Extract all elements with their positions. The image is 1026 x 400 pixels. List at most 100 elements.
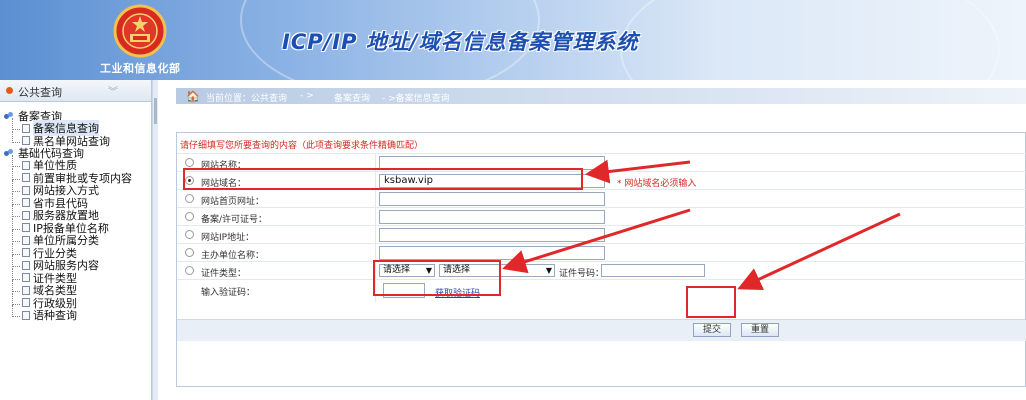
- tree-line: [12, 167, 20, 180]
- dropdown-arrow-icon: ▼: [425, 266, 432, 275]
- row-sponsor: 主办单位名称：: [177, 243, 1026, 262]
- select-value: 请选择: [383, 265, 411, 275]
- get-captcha-link[interactable]: 获取验证码: [435, 286, 480, 299]
- site-homepage-input[interactable]: [379, 192, 605, 206]
- cert-no-input[interactable]: [601, 264, 705, 277]
- tree-line: [12, 192, 20, 205]
- breadcrumb-current: 当前位置：公共查询: [206, 94, 288, 104]
- label-site-ip: 网站IP地址：: [201, 233, 255, 243]
- radio-license-no[interactable]: [185, 212, 194, 221]
- breadcrumb-separator: - >: [300, 91, 314, 101]
- label-license-no: 备案/许可证号：: [201, 215, 268, 225]
- document-icon: [22, 235, 30, 245]
- sidebar-item-language[interactable]: 语种查询: [0, 305, 151, 323]
- main-content: 🏠 当前位置：公共查询 - > 备案查询 - >备案信息查询 请仔细填写您所要查…: [158, 80, 1026, 400]
- document-icon: [22, 223, 30, 233]
- row-license-no: 备案/许可证号：: [177, 207, 1026, 226]
- tree-line: [12, 118, 20, 131]
- tree-line: [12, 205, 20, 218]
- cell-divider: [375, 190, 376, 208]
- row-site-name: 网站名称：: [177, 153, 1026, 172]
- document-icon: [22, 173, 30, 183]
- site-ip-input[interactable]: [379, 228, 605, 242]
- document-icon: [22, 136, 30, 146]
- nav-tree: 备案查询 备案信息查询 黑名单网站查询 基础代码查询 单位性质 前置审批或专项内…: [0, 102, 151, 322]
- sidebar-header[interactable]: 公共查询 ︾: [0, 80, 151, 102]
- document-icon: [22, 185, 30, 195]
- header-banner: 工业和信息化部 ICP/IP 地址/域名信息备案管理系统: [0, 0, 1026, 80]
- document-icon: [22, 260, 30, 270]
- sidebar: 公共查询 ︾ 备案查询 备案信息查询 黑名单网站查询 基础代码查询 单位性质 前…: [0, 80, 152, 400]
- document-icon: [22, 210, 30, 220]
- radio-sponsor[interactable]: [185, 248, 194, 257]
- tree-line: [12, 280, 20, 293]
- radio-site-ip[interactable]: [185, 230, 194, 239]
- cert-subtype-select[interactable]: 请选择 ▼: [439, 264, 555, 277]
- form-button-bar: 提交 重置: [177, 319, 1026, 341]
- sidebar-item-label: 语种查询: [33, 309, 77, 323]
- tree-line: [12, 130, 20, 143]
- site-domain-input[interactable]: ksbaw.vip: [379, 174, 605, 188]
- label-cert-type: 证件类型：: [201, 269, 247, 279]
- tree-line: [12, 242, 20, 255]
- label-site-domain: 网站域名：: [201, 179, 247, 189]
- radio-site-domain[interactable]: [185, 176, 194, 185]
- cell-divider: [375, 172, 376, 190]
- site-name-input[interactable]: [379, 156, 605, 170]
- document-icon: [22, 273, 30, 283]
- ministry-name: 工业和信息化部: [100, 62, 181, 75]
- domain-required-error: * 网站域名必须输入: [617, 179, 697, 189]
- row-site-domain: 网站域名： ksbaw.vip * 网站域名必须输入: [177, 171, 1026, 190]
- tree-line: [12, 305, 20, 318]
- cell-divider: [375, 226, 376, 244]
- captcha-input[interactable]: [383, 283, 425, 298]
- system-title: ICP/IP 地址/域名信息备案管理系统: [282, 30, 639, 54]
- tree-line: [12, 267, 20, 280]
- radio-site-homepage[interactable]: [185, 194, 194, 203]
- banner-decoration: [620, 0, 1000, 80]
- sidebar-title: 公共查询: [18, 86, 62, 99]
- dropdown-arrow-icon: ▼: [545, 266, 552, 275]
- submit-button[interactable]: 提交: [693, 323, 731, 337]
- document-icon: [22, 160, 30, 170]
- label-site-name: 网站名称：: [201, 161, 247, 171]
- cell-divider: [375, 262, 376, 280]
- home-icon: 🏠: [186, 90, 200, 103]
- label-sponsor: 主办单位名称：: [201, 251, 265, 261]
- tree-line: [12, 217, 20, 230]
- breadcrumb: 🏠 当前位置：公共查询 - > 备案查询 - >备案信息查询: [176, 88, 1026, 104]
- breadcrumb-record-info-query: - >备案信息查询: [382, 94, 450, 104]
- cell-divider: [375, 280, 376, 302]
- row-site-homepage: 网站首页网址：: [177, 189, 1026, 208]
- document-icon: [22, 310, 30, 320]
- document-icon: [22, 298, 30, 308]
- document-icon: [22, 285, 30, 295]
- document-icon: [22, 123, 30, 133]
- query-form-panel: 请仔细填写您所要查询的内容（此项查询要求条件精确匹配） 网站名称： 网站域名： …: [176, 132, 1026, 387]
- row-site-ip: 网站IP地址：: [177, 225, 1026, 244]
- label-cert-no: 证件号码：: [559, 269, 605, 279]
- cell-divider: [375, 208, 376, 226]
- document-icon: [22, 198, 30, 208]
- license-no-input[interactable]: [379, 210, 605, 224]
- radio-cert-type[interactable]: [185, 266, 194, 275]
- breadcrumb-link-record-query[interactable]: 备案查询: [334, 91, 370, 104]
- tree-line: [12, 180, 20, 193]
- select-value: 请选择: [443, 265, 471, 275]
- sponsor-input[interactable]: [379, 246, 605, 260]
- splitter-grip[interactable]: [154, 98, 157, 124]
- row-cert-type: 证件类型： 请选择 ▼ 请选择 ▼ 证件号码：: [177, 261, 1026, 280]
- document-icon: [22, 248, 30, 258]
- tree-line: [12, 255, 20, 268]
- national-emblem-icon: [113, 4, 167, 58]
- cell-divider: [375, 244, 376, 262]
- reset-button[interactable]: 重置: [741, 323, 779, 337]
- tree-line: [12, 230, 20, 243]
- cert-type-select[interactable]: 请选择 ▼: [379, 264, 435, 277]
- cell-divider: [375, 154, 376, 172]
- row-captcha: 输入验证码： 获取验证码: [177, 279, 1026, 302]
- label-site-homepage: 网站首页网址：: [201, 197, 265, 207]
- radio-site-name[interactable]: [185, 158, 194, 167]
- collapse-chevron-icon[interactable]: ︾: [108, 83, 118, 98]
- bullet-icon: [6, 87, 13, 94]
